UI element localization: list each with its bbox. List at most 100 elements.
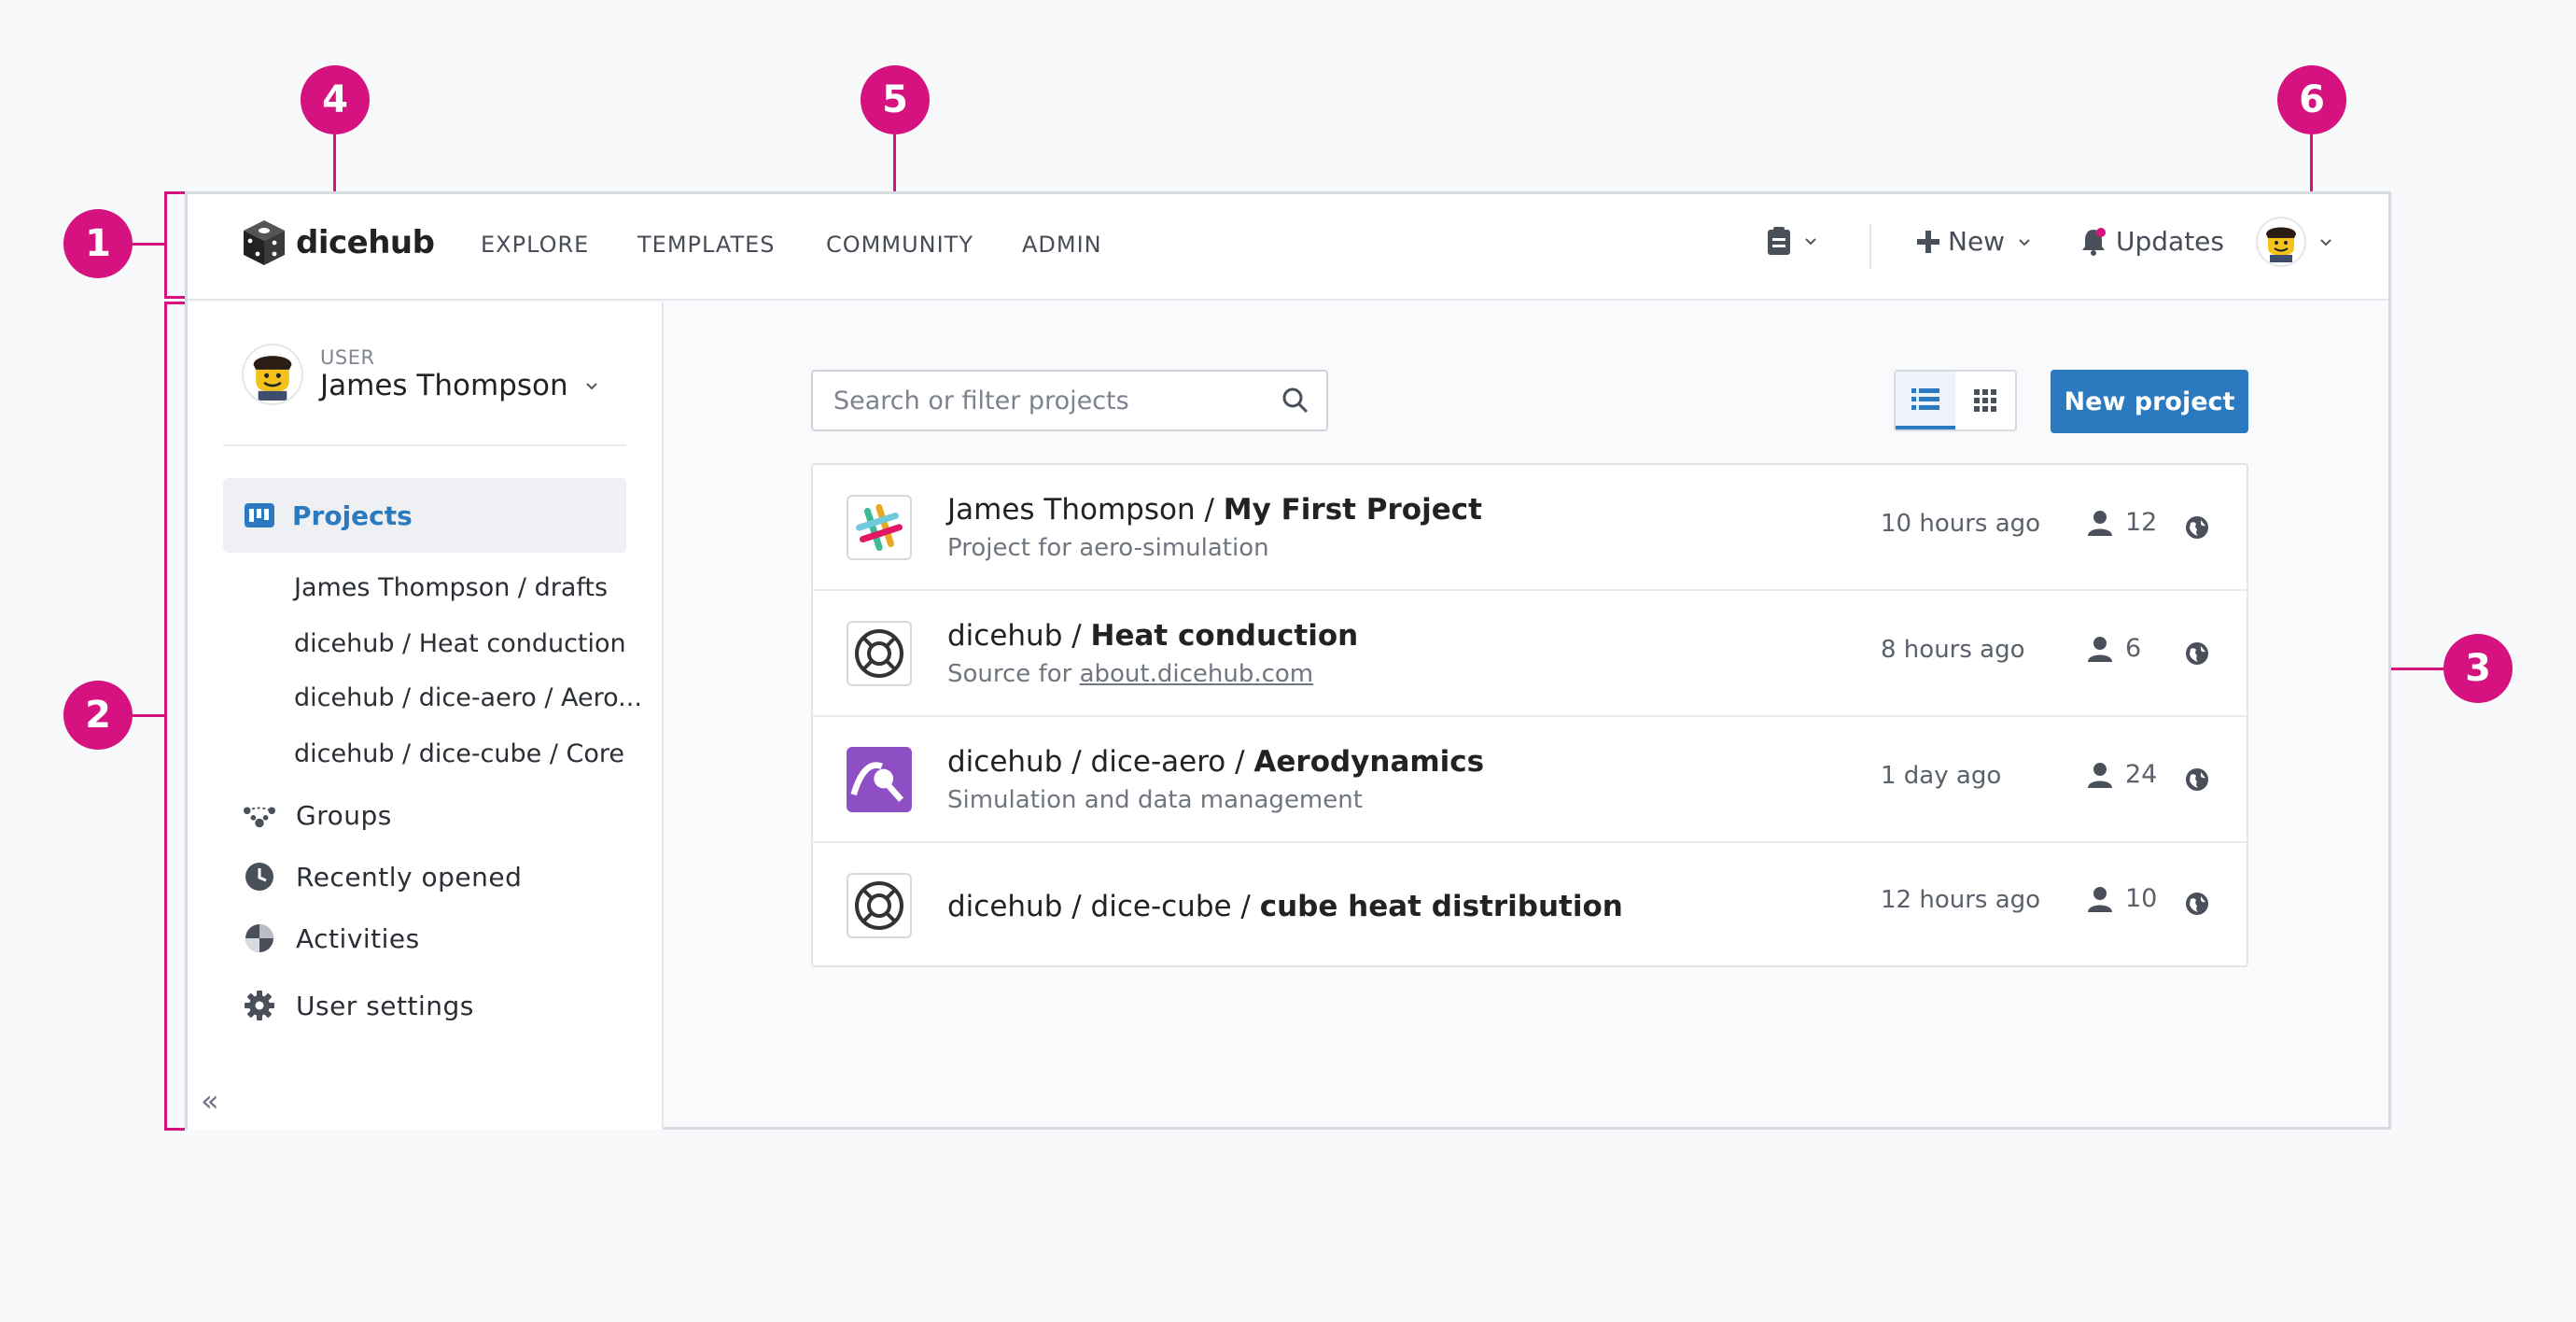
member-count: 10 (2125, 884, 2158, 913)
sidebar-subitem[interactable]: James Thompson / drafts (294, 573, 608, 602)
bracket-1-vertical (164, 191, 167, 298)
list-view-button[interactable] (1896, 372, 1955, 429)
project-updated-time: 8 hours ago (1881, 636, 2025, 664)
globe-icon (2186, 642, 2208, 665)
callout-6: 6 (2277, 65, 2346, 134)
dice-cube-icon (244, 220, 285, 265)
clipboard-icon (1768, 227, 1790, 255)
project-owner: dicehub / dice-cube / (947, 890, 1260, 923)
list-icon (1911, 388, 1939, 410)
bracket-2-top (164, 302, 185, 304)
project-members: 6 (2088, 634, 2141, 663)
sidebar-item-label: Projects (292, 499, 413, 531)
callout-1: 1 (63, 209, 133, 278)
sidebar-item-user-settings[interactable]: User settings (244, 990, 474, 1021)
nav-community[interactable]: COMMUNITY (826, 232, 973, 258)
avatar (242, 344, 303, 405)
user-icon (2088, 510, 2112, 536)
user-menu[interactable] (2256, 217, 2332, 267)
avatar (2256, 217, 2306, 267)
top-navbar: dicehub EXPLORE TEMPLATES COMMUNITY ADMI… (188, 194, 2388, 301)
user-icon (2088, 636, 2112, 662)
sidebar-item-label: Groups (296, 799, 392, 831)
bracket-1-bottom (164, 296, 185, 299)
sidebar-item-recently-opened[interactable]: Recently opened (244, 861, 522, 893)
nav-explore[interactable]: EXPLORE (481, 232, 589, 258)
user-switcher[interactable]: USER James Thompson (242, 344, 598, 405)
sidebar-item-label: Recently opened (296, 861, 523, 893)
project-name[interactable]: My First Project (1224, 493, 1482, 527)
collapse-sidebar-button[interactable]: « (201, 1083, 219, 1118)
logo[interactable]: dicehub (242, 218, 435, 267)
activities-icon (244, 922, 275, 954)
chevron-down-icon (2320, 239, 2331, 246)
updates-label: Updates (2116, 226, 2224, 257)
grid-view-button[interactable] (1955, 372, 2015, 429)
sidebar-divider (223, 444, 626, 446)
project-members: 12 (2088, 508, 2157, 537)
sidebar: USER James Thompson Projects James Thomp… (188, 302, 664, 1130)
new-project-button[interactable]: New project (2051, 370, 2248, 433)
user-icon (2088, 762, 2112, 788)
project-name[interactable]: Aerodynamics (1253, 745, 1484, 779)
nav-admin[interactable]: ADMIN (1022, 232, 1102, 258)
globe-icon (2186, 516, 2208, 539)
search-input[interactable] (813, 372, 1242, 429)
project-members: 10 (2088, 884, 2157, 913)
bracket-2-vertical (164, 302, 167, 1131)
bracket-2 (133, 714, 166, 717)
lego-avatar-icon (2266, 227, 2296, 262)
project-description: Source for (947, 660, 1080, 688)
callout-2: 2 (63, 681, 133, 750)
lego-avatar-icon (253, 356, 292, 401)
header-divider (1869, 224, 1871, 269)
project-list: James Thompson / My First Project Projec… (811, 463, 2248, 967)
grid-icon (1974, 389, 1996, 412)
bracket-1-top (164, 191, 185, 194)
sidebar-item-projects[interactable]: Projects (223, 478, 626, 553)
chevron-down-icon (585, 383, 597, 390)
lifebuoy-icon (847, 621, 912, 686)
project-row[interactable]: dicehub / dice-aero / Aerodynamics Simul… (813, 717, 2247, 843)
sidebar-subitem[interactable]: dicehub / Heat conduction (294, 629, 626, 658)
sidebar-item-label: Activities (296, 922, 420, 954)
project-row[interactable]: James Thompson / My First Project Projec… (813, 465, 2247, 591)
bell-icon (2082, 227, 2106, 256)
project-owner: dicehub / (947, 619, 1091, 653)
search-icon[interactable] (1281, 387, 1309, 415)
new-menu[interactable]: New (1916, 226, 2031, 257)
user-name: James Thompson (320, 369, 568, 402)
project-updated-time: 12 hours ago (1881, 886, 2041, 914)
app-window: dicehub EXPLORE TEMPLATES COMMUNITY ADMI… (185, 191, 2391, 1130)
aero-icon (847, 747, 912, 812)
chevron-down-icon (2019, 238, 2030, 246)
updates-button[interactable]: Updates (2080, 226, 2224, 257)
member-count: 6 (2125, 634, 2142, 663)
chevron-down-icon (1805, 238, 1816, 246)
project-owner: dicehub / dice-aero / (947, 745, 1254, 779)
project-row[interactable]: dicehub / Heat conduction Source for abo… (813, 591, 2247, 717)
new-label: New (1948, 226, 2006, 257)
project-name[interactable]: cube heat distribution (1260, 890, 1623, 923)
project-description-link[interactable]: about.dicehub.com (1080, 660, 1314, 688)
slack-style-icon (847, 495, 912, 560)
sidebar-item-groups[interactable]: Groups (244, 799, 392, 831)
project-name[interactable]: Heat conduction (1091, 619, 1359, 653)
clipboard-menu[interactable] (1767, 226, 1817, 256)
callout-3: 3 (2443, 634, 2513, 703)
sidebar-subitem[interactable]: dicehub / dice-aero / Aero... (294, 683, 642, 712)
sidebar-item-label: User settings (296, 990, 474, 1021)
project-search[interactable] (811, 370, 1328, 431)
project-row[interactable]: dicehub / dice-cube / cube heat distribu… (813, 843, 2247, 969)
callout-4: 4 (301, 65, 370, 134)
project-members: 24 (2088, 760, 2157, 789)
sidebar-item-activities[interactable]: Activities (244, 922, 420, 954)
plus-icon (1917, 230, 1939, 253)
member-count: 12 (2125, 508, 2158, 537)
member-count: 24 (2125, 760, 2158, 789)
nav-templates[interactable]: TEMPLATES (637, 232, 776, 258)
sidebar-subitem[interactable]: dicehub / dice-cube / Core (294, 739, 624, 768)
bracket-1 (133, 243, 166, 246)
logo-text: dicehub (296, 224, 435, 261)
gear-icon (244, 990, 275, 1021)
